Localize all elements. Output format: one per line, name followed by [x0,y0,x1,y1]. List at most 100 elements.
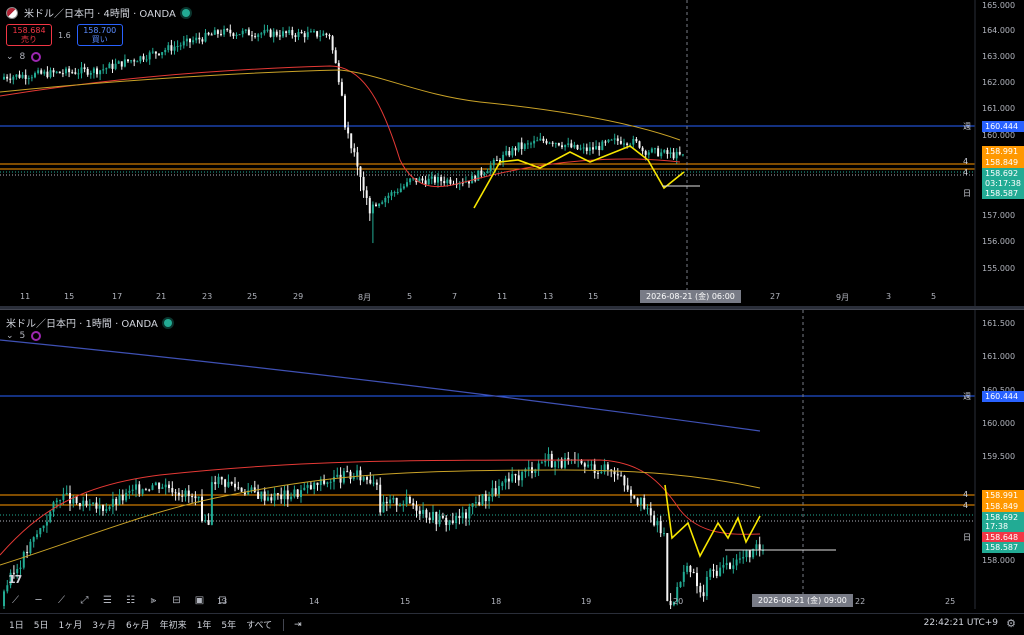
price-tag: 158.849 [982,501,1024,512]
candle-body [375,204,377,207]
candle-body [260,491,263,499]
candle-body [406,182,408,187]
candle-body [123,59,126,67]
extended-line-icon[interactable]: ⤢ [73,592,96,609]
buy-button[interactable]: 158.700 買い [76,24,123,46]
candle-body [719,567,722,576]
candle-body [755,544,758,549]
candle-body [600,471,603,474]
pitchfork-icon[interactable]: ⫸ [142,592,165,609]
indicator-count-1h: 5 [19,331,26,341]
ma-long-line [0,339,761,432]
range-bar: 1日 5日 1ヶ月 3ヶ月 6ヶ月 年初来 1年 5年 すべて ⇥ [0,613,1024,635]
time-axis-label: 21 [156,292,167,301]
sell-label: 売り [21,35,37,44]
candle-body [32,537,35,542]
candle-body [511,148,514,156]
candle-body [313,31,315,33]
indicators-toggle-1h[interactable]: ⌄ 5 [6,331,42,341]
candle-body [108,506,111,510]
fib-channel-icon[interactable]: ☷ [119,592,142,609]
price-axis-label: 163.000 [982,52,1016,61]
range-2[interactable]: 1ヶ月 [57,618,83,631]
candle-body [52,70,55,73]
candle-body [588,147,591,151]
candle-body [22,551,25,568]
candle-body [402,186,405,189]
candle-body [366,477,368,480]
candle-body [378,203,381,207]
candle-body [384,197,387,203]
candle-body [692,572,695,574]
candle-body [681,154,684,156]
gear-icon[interactable]: ⚙ [1006,617,1016,630]
candle-body [725,563,728,566]
candle-body [297,32,300,38]
candle-body [672,152,675,159]
price-tag: 160.444 [982,121,1024,132]
candle-body [69,493,71,504]
candle-body [418,510,421,514]
candle-body [329,481,332,483]
candle-body [494,488,497,495]
crosshair-icon[interactable]: ⟋ [4,592,27,609]
price-tag: 158.849 [982,157,1024,168]
candle-body [430,176,433,179]
candle-body [161,487,164,489]
symbol-legend-1h[interactable]: 米ドル／日本円 · 1時間 · OANDA [6,315,172,330]
candle-body [210,34,213,36]
candle-body [449,179,452,184]
candle-body [432,511,434,521]
candle-body [620,475,623,477]
candle-body [484,494,487,502]
range-0[interactable]: 1日 [8,618,25,631]
range-7[interactable]: 5年 [220,618,237,631]
candlestick-chart-1h[interactable] [0,310,1024,609]
time-axis-label: 25 [945,597,956,606]
candle-body [275,31,278,36]
candle-body [21,74,24,78]
range-6[interactable]: 1年 [196,618,213,631]
candle-body [88,503,91,506]
candle-body [742,557,745,559]
range-4[interactable]: 6ヶ月 [125,618,151,631]
candle-body [260,33,263,35]
candle-body [135,484,137,490]
candle-body [6,76,9,79]
candle-body [40,70,43,74]
time-axis-label: 11 [20,292,31,301]
candle-body [745,550,748,558]
candlestick-chart-4h[interactable] [0,0,1024,306]
candle-body [511,474,514,482]
rectangle-icon[interactable]: ▣ [188,592,211,609]
go-to-date-icon[interactable]: ⇥ [294,620,302,630]
candle-body [151,51,154,53]
chart-pane-1h[interactable]: 米ドル／日本円 · 1時間 · OANDA ⌄ 5 161.500 161.000… [0,309,1024,609]
candle-body [296,489,299,498]
range-8[interactable]: すべて [245,618,273,631]
clock[interactable]: 22:42:21 UTC+9 [924,618,998,628]
candle-body [643,497,646,509]
horizontal-line-icon[interactable]: ─ [27,592,50,609]
candle-body [290,496,293,500]
ruler-icon[interactable]: ⊟ [165,592,188,609]
trend-line-icon[interactable]: ⟋ [50,592,73,609]
candle-body [247,29,250,36]
candle-body [15,74,18,77]
candle-body [729,563,731,569]
candle-body [9,78,12,80]
market-open-icon [163,318,172,327]
candle-body [309,31,312,33]
chart-pane-4h[interactable]: 米ドル／日本円 · 4時間 · OANDA 158.684 売り 1.6 158… [0,0,1024,306]
sell-button[interactable]: 158.684 売り [6,24,52,46]
candle-body [288,30,291,34]
symbol-legend[interactable]: 米ドル／日本円 · 4時間 · OANDA [6,5,190,20]
candle-body [585,147,588,151]
indicators-toggle[interactable]: ⌄ 8 [6,52,42,62]
candle-body [151,485,154,490]
fib-icon[interactable]: ☰ [96,592,119,609]
range-3[interactable]: 3ヶ月 [91,618,117,631]
range-5[interactable]: 年初来 [159,618,188,631]
range-1[interactable]: 5日 [33,618,50,631]
usd-flag-icon [6,6,18,19]
